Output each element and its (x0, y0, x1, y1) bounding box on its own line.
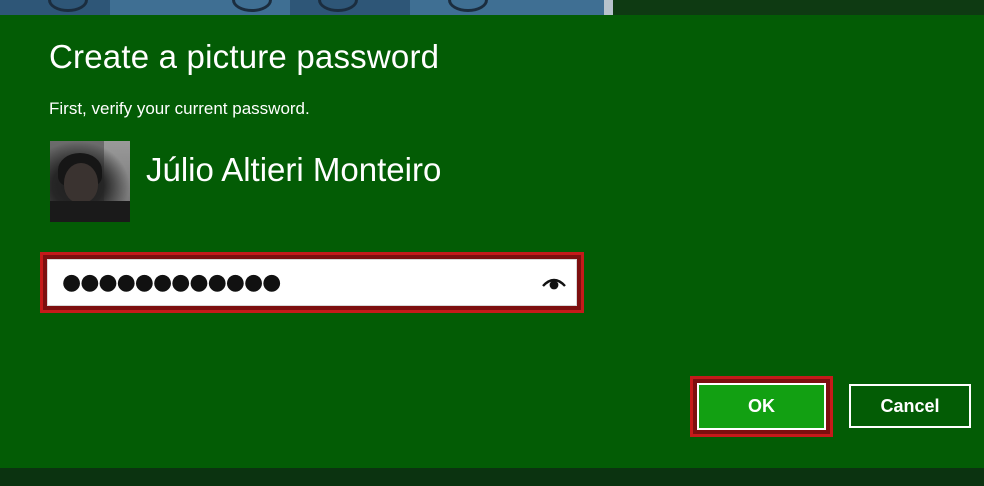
ok-button[interactable]: OK (697, 383, 826, 430)
dialog-subtitle: First, verify your current password. (49, 99, 310, 118)
password-mask: ●●●●●●●●●●●● (62, 270, 281, 295)
avatar (50, 141, 130, 222)
user-name: Júlio Altieri Monteiro (146, 151, 442, 188)
background-photo (0, 0, 604, 15)
password-field[interactable]: ●●●●●●●●●●●● (47, 259, 577, 306)
background-divider (604, 0, 613, 15)
dialog-title: Create a picture password (49, 38, 440, 75)
eye-icon[interactable] (542, 275, 566, 291)
bottom-strip (0, 468, 984, 486)
cancel-button[interactable]: Cancel (849, 384, 971, 428)
picture-password-dialog (0, 15, 984, 468)
background-strip (0, 0, 984, 15)
